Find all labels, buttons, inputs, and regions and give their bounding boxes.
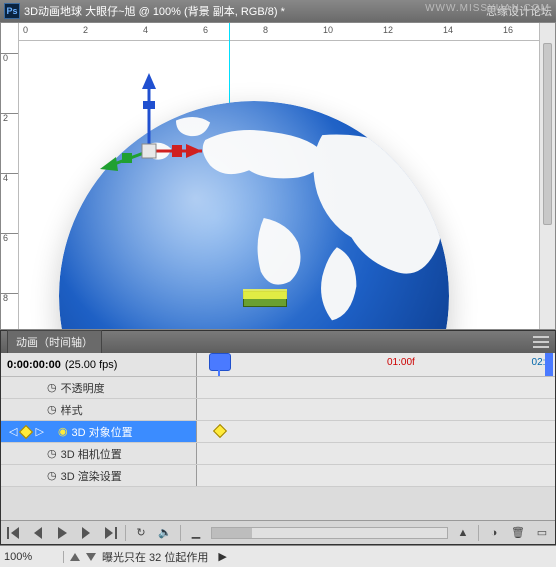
prev-keyframe-icon[interactable]: ◁: [9, 425, 17, 438]
ruler-tick: 8: [1, 293, 18, 294]
status-bar: 100% 曝光只在 32 位起作用 ▶: [0, 545, 556, 567]
stopwatch-icon[interactable]: ◷: [47, 381, 57, 394]
prev-frame-button[interactable]: [29, 525, 47, 541]
ruler-tick: 12: [383, 25, 393, 35]
ruler-tick: 2: [1, 113, 18, 114]
ruler-tick: 14: [443, 25, 453, 35]
prop-label: 3D 对象位置: [72, 424, 133, 440]
prop-row-3d-render[interactable]: ◷ 3D 渲染设置: [1, 465, 555, 487]
stopwatch-icon[interactable]: ◷: [47, 403, 57, 416]
ruler-tick: 4: [143, 25, 148, 35]
next-keyframe-icon[interactable]: ▷: [35, 425, 43, 438]
stopwatch-icon[interactable]: ◷: [47, 469, 57, 482]
ruler-vertical[interactable]: 0 2 4 6 8: [1, 23, 19, 329]
document-title: 3D动画地球 大眼仔~旭 @ 100% (背景 副本, RGB/8) *: [24, 3, 285, 19]
status-hint: 曝光只在 32 位起作用: [102, 549, 208, 565]
ruler-tick: 10: [323, 25, 333, 35]
ruler-tick: 0: [23, 25, 28, 35]
panel-tab[interactable]: 动画（时间轴）: [7, 330, 102, 354]
stopwatch-icon[interactable]: ◷: [47, 447, 57, 460]
time-header-row: 0:00:00:00 (25.00 fps) 01:00f 02:0: [1, 353, 555, 377]
playhead[interactable]: [215, 353, 224, 376]
ruler-tick: 8: [263, 25, 268, 35]
forward-end-button[interactable]: [101, 525, 119, 541]
prop-label: 样式: [61, 402, 83, 418]
next-frame-button[interactable]: [77, 525, 95, 541]
audio-button[interactable]: 🔈: [156, 525, 174, 541]
timeline-zoom-slider[interactable]: [211, 527, 448, 539]
panel-header[interactable]: 动画（时间轴）: [1, 331, 555, 353]
keyframe-toggle-icon[interactable]: [19, 424, 33, 438]
prop-row-style[interactable]: ◷ 样式: [1, 399, 555, 421]
keyframe-icon[interactable]: [213, 424, 227, 438]
time-ruler[interactable]: 01:00f 02:0: [197, 353, 555, 376]
rewind-start-button[interactable]: [5, 525, 23, 541]
prop-label: 3D 相机位置: [61, 446, 122, 462]
prop-row-3d-object-position[interactable]: ◁ ▷ ◉ 3D 对象位置: [1, 421, 555, 443]
3d-axis-gizmo[interactable]: [94, 71, 204, 181]
chevron-right-icon[interactable]: ▶: [218, 550, 226, 563]
watermark: WWW.MISSYUAN.COM: [425, 3, 550, 14]
prop-label: 3D 渲染设置: [61, 468, 122, 484]
prop-row-opacity[interactable]: ◷ 不透明度: [1, 377, 555, 399]
ruler-tick: 2: [83, 25, 88, 35]
prop-row-3d-camera-position[interactable]: ◷ 3D 相机位置: [1, 443, 555, 465]
timeline-controls: ↻ 🔈 ▁ ▲ ◑ 🗑 ▭: [1, 520, 555, 544]
loop-button[interactable]: ↻: [132, 525, 150, 541]
play-button[interactable]: [53, 525, 71, 541]
onion-skin-button[interactable]: ◑: [485, 525, 503, 541]
zoom-in-button[interactable]: ▲: [454, 525, 472, 541]
scrollbar-vertical[interactable]: [539, 23, 555, 329]
canvas[interactable]: 0 2 4 6 8 10 12 14 16: [19, 23, 539, 329]
selection-marker[interactable]: [243, 291, 287, 311]
zoom-in-icon[interactable]: [70, 553, 80, 561]
animation-timeline-panel: 动画（时间轴） 0:00:00:00 (25.00 fps) 01:00f 02…: [0, 330, 556, 545]
ruler-horizontal[interactable]: 0 2 4 6 8 10 12 14 16: [19, 23, 539, 41]
stopwatch-icon[interactable]: ◉: [58, 425, 68, 438]
panel-menu-icon[interactable]: [533, 336, 549, 348]
zoom-out-button[interactable]: ▁: [187, 525, 205, 541]
ruler-tick: 6: [1, 233, 18, 234]
work-area-end[interactable]: [545, 353, 553, 376]
current-time[interactable]: 0:00:00:00: [7, 359, 61, 371]
ruler-tick: 0: [1, 53, 18, 54]
zoom-level[interactable]: 100%: [4, 551, 64, 563]
ruler-tick: 16: [503, 25, 513, 35]
delete-button[interactable]: 🗑: [509, 525, 527, 541]
convert-button[interactable]: ▭: [533, 525, 551, 541]
prop-label: 不透明度: [61, 380, 105, 396]
canvas-area[interactable]: 0 2 4 6 8 0 2 4 6 8 10 12 14 16: [0, 22, 556, 330]
app-icon: Ps: [4, 3, 20, 19]
ruler-tick: 4: [1, 173, 18, 174]
zoom-out-icon[interactable]: [86, 553, 96, 561]
fps-label: (25.00 fps): [65, 359, 118, 371]
ruler-tick: 6: [203, 25, 208, 35]
time-marker: 01:00f: [387, 357, 415, 368]
